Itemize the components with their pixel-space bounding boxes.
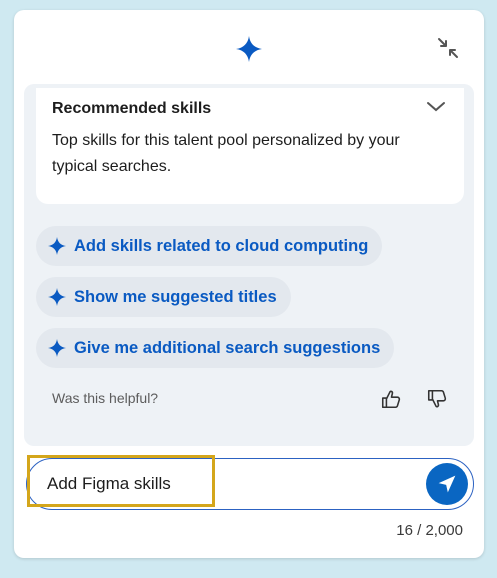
send-icon xyxy=(438,475,456,493)
suggestion-label: Give me additional search suggestions xyxy=(74,338,381,357)
suggestion-titles[interactable]: Show me suggested titles xyxy=(36,277,291,317)
suggestion-label: Add skills related to cloud computing xyxy=(74,236,369,255)
feedback-prompt: Was this helpful? xyxy=(52,390,159,406)
collapse-button[interactable] xyxy=(436,36,460,60)
recommended-skills-card: Recommended skills Top skills for this t… xyxy=(36,88,464,204)
suggestion-additional-search[interactable]: Give me additional search suggestions xyxy=(36,328,395,368)
message-input-container xyxy=(26,458,474,510)
sparkle-icon xyxy=(48,288,66,306)
thumbs-down-icon[interactable] xyxy=(426,388,448,410)
chevron-down-icon[interactable] xyxy=(426,100,446,114)
suggestion-label: Show me suggested titles xyxy=(74,287,277,306)
recommended-skills-description: Top skills for this talent pool personal… xyxy=(52,132,400,175)
sparkle-icon xyxy=(48,339,66,357)
character-counter: 16 / 2,000 xyxy=(396,522,463,539)
collapse-arrows-icon xyxy=(438,38,458,58)
sparkle-icon xyxy=(236,36,262,62)
sparkle-icon xyxy=(48,237,66,255)
thumbs-up-icon[interactable] xyxy=(380,388,402,410)
recommended-skills-title: Recommended skills xyxy=(52,100,212,117)
send-button[interactable] xyxy=(426,463,468,505)
suggestion-cloud-computing[interactable]: Add skills related to cloud computing xyxy=(36,226,383,266)
message-input[interactable] xyxy=(47,474,407,494)
